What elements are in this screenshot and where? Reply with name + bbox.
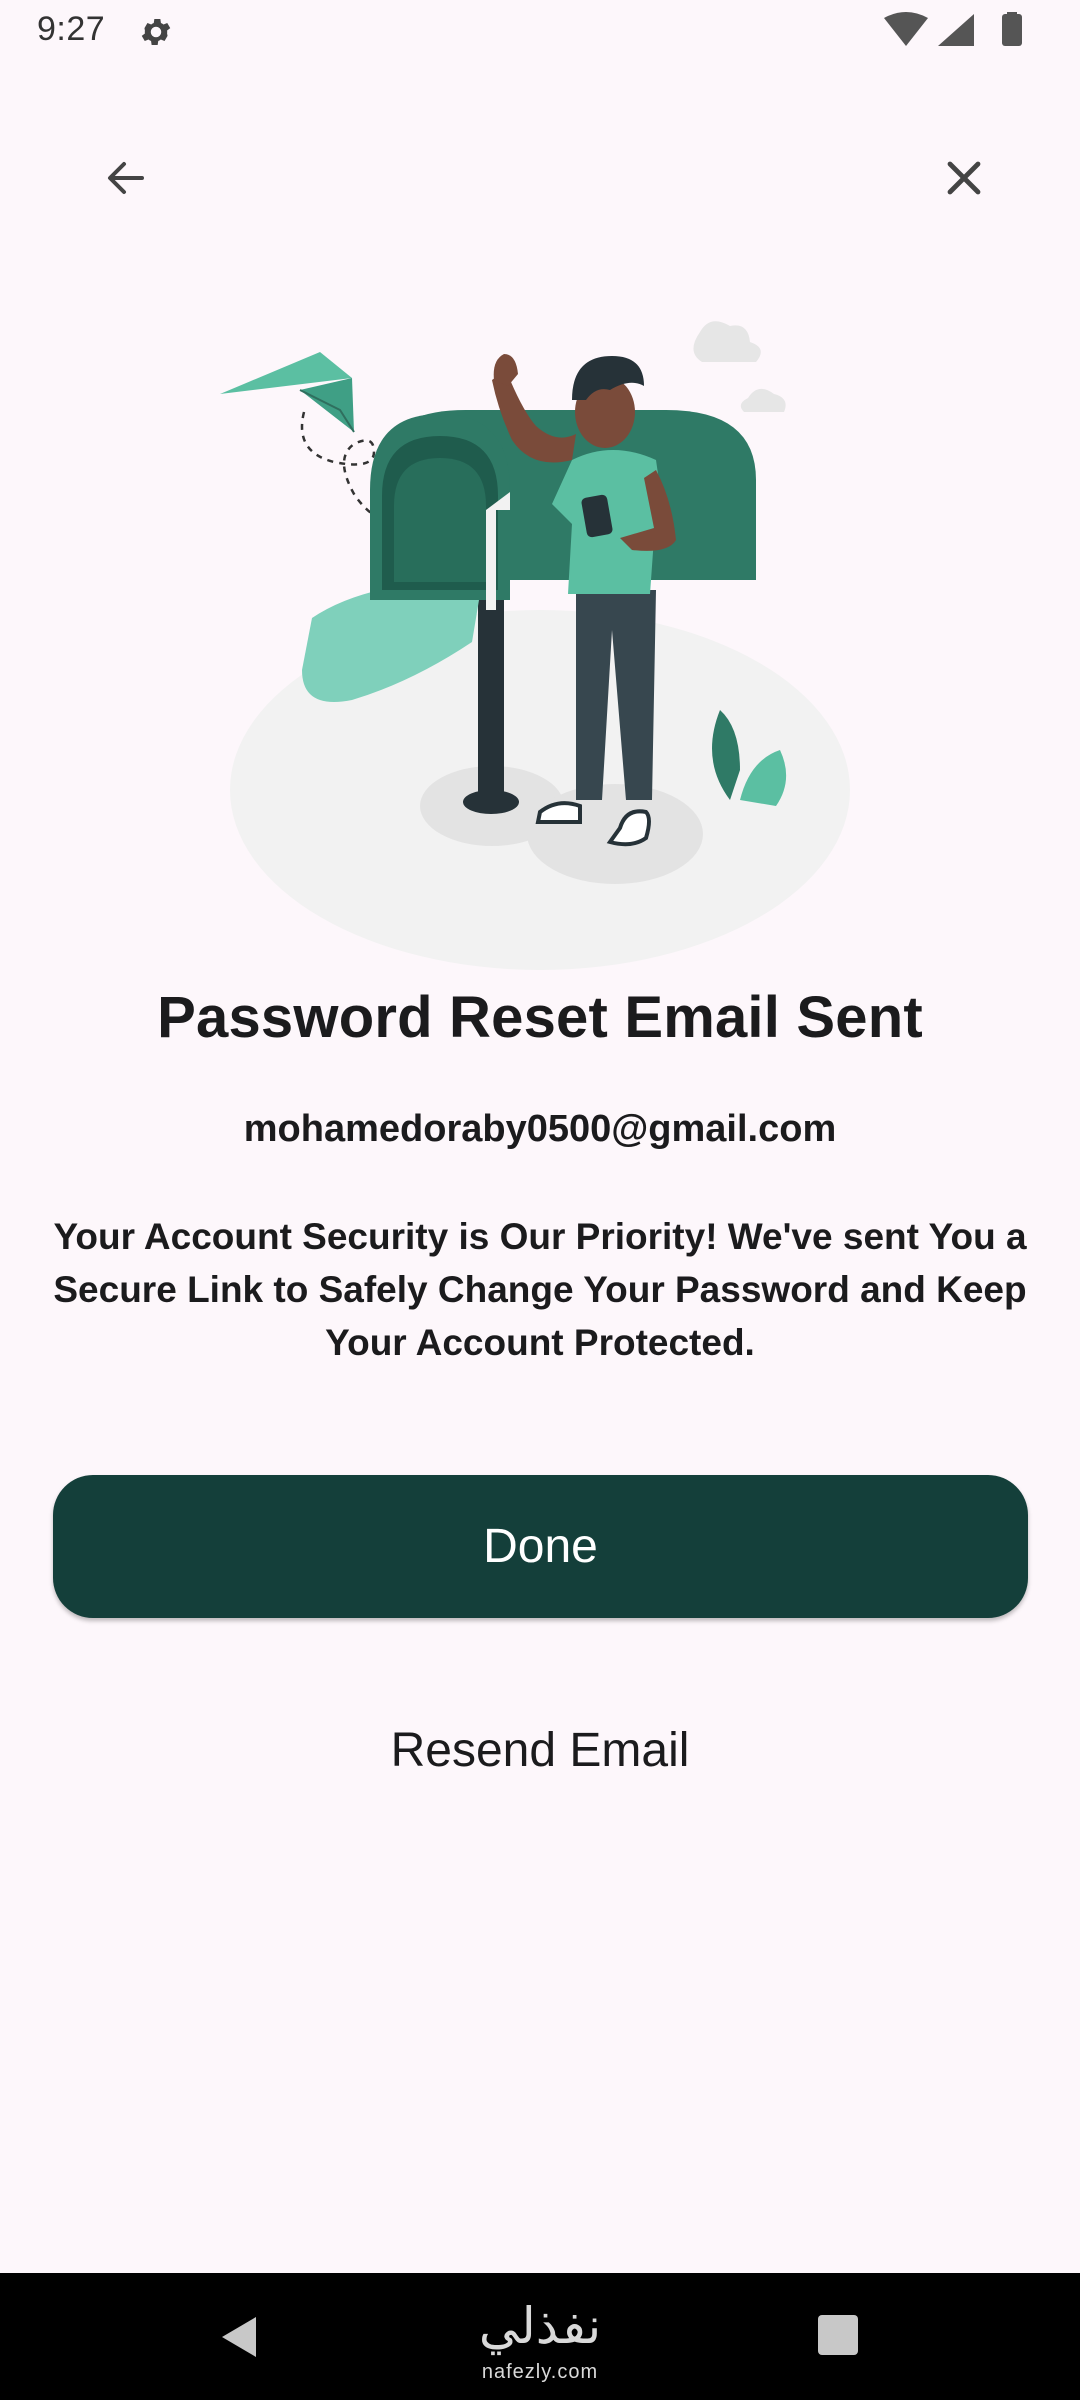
status-indicators [884,12,1022,46]
status-time: 9:27 [37,10,106,48]
navigation-bar: نفذلي nafezly.com [0,2273,1080,2400]
battery-icon [1002,14,1022,46]
settings-icon [141,18,171,46]
page-title: Password Reset Email Sent [157,985,923,1050]
wifi-icon [884,12,928,46]
screen: 9:27 Password Reset Email Sent mohamedor… [0,0,1080,2400]
nav-recents-icon[interactable] [818,2315,858,2355]
resend-email-label: Resend Email [390,1723,690,1777]
watermark-text: nafezly.com [481,2361,599,2383]
close-button[interactable] [916,130,1012,226]
done-button-label: Done [483,1520,598,1573]
watermark-logo: نفذلي [478,2297,602,2355]
close-icon [947,161,981,195]
nav-home-button[interactable]: نفذلي nafezly.com [470,2293,610,2388]
arrow-left-icon [108,162,144,194]
done-button[interactable]: Done [53,1475,1028,1618]
resend-email-button[interactable]: Resend Email [300,1705,780,1795]
description-text: Your Account Security is Our Priority! W… [53,1216,1027,1363]
nav-back-icon[interactable] [216,2313,264,2361]
mailbox-illustration [220,321,850,970]
status-bar: 9:27 [0,0,1080,64]
back-button[interactable] [78,130,174,226]
email-address: mohamedoraby0500@gmail.com [243,1108,837,1150]
